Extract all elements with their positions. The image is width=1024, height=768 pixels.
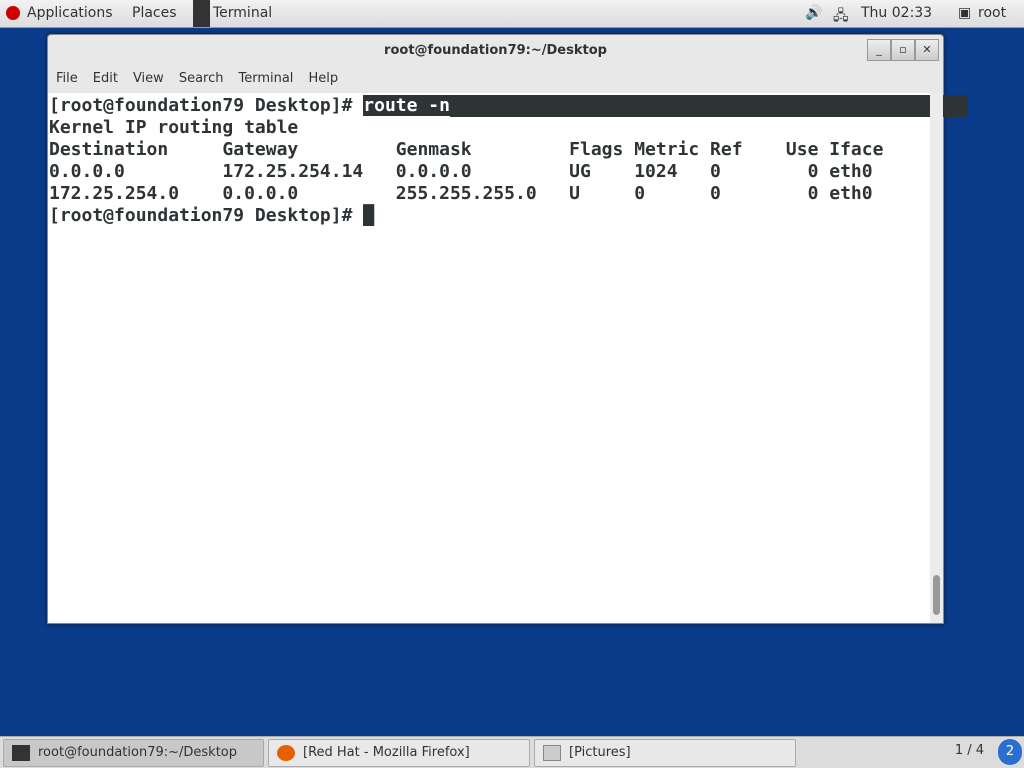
applications-menu[interactable]: Applications	[27, 5, 113, 21]
user-menu[interactable]: root	[978, 5, 1006, 21]
places-menu[interactable]: Places	[132, 5, 177, 21]
scrollbar-thumb[interactable]	[933, 575, 940, 615]
workspace-pager[interactable]: 1 / 4	[955, 743, 984, 758]
output-line: Kernel IP routing table	[49, 117, 299, 138]
firefox-icon	[277, 745, 295, 761]
minimize-button[interactable]: _	[867, 39, 891, 61]
terminal-window: root@foundation79:~/Desktop _ ▫ ✕ File E…	[47, 34, 968, 624]
selected-command: route -n	[363, 95, 450, 116]
route-row: 172.25.254.0 0.0.0.0 255.255.255.0 U 0 0…	[49, 183, 873, 204]
window-title: root@foundation79:~/Desktop	[384, 43, 607, 58]
volume-icon[interactable]: 🔊	[805, 5, 822, 21]
prompt: [root@foundation79 Desktop]#	[49, 205, 364, 226]
menu-help[interactable]: Help	[308, 71, 338, 86]
menu-file[interactable]: File	[56, 71, 78, 86]
terminal-output[interactable]: [root@foundation79 Desktop]# route -n​Ke…	[48, 93, 968, 623]
workspace-indicator[interactable]: 2	[998, 739, 1022, 765]
taskbar: root@foundation79:~/Desktop [Red Hat - M…	[0, 736, 1024, 768]
task-firefox[interactable]: [Red Hat - Mozilla Firefox]	[268, 739, 530, 767]
task-label: root@foundation79:~/Desktop	[38, 745, 237, 760]
prompt-line: [root@foundation79 Desktop]# █	[49, 205, 932, 227]
maximize-button[interactable]: ▫	[891, 39, 915, 61]
terminal-icon	[12, 745, 30, 761]
top-panel: Applications Places Terminal 🔊 🖧 Thu 02:…	[0, 0, 1024, 28]
file-manager-icon	[543, 745, 561, 761]
menubar: File Edit View Search Terminal Help	[56, 71, 338, 86]
menu-terminal[interactable]: Terminal	[238, 71, 293, 86]
menu-search[interactable]: Search	[179, 71, 224, 86]
close-button[interactable]: ✕	[915, 39, 939, 61]
task-label: [Red Hat - Mozilla Firefox]	[303, 745, 470, 760]
routing-header: Destination Gateway Genmask Flags Metric…	[49, 139, 884, 160]
menu-edit[interactable]: Edit	[93, 71, 118, 86]
task-pictures[interactable]: [Pictures]	[534, 739, 796, 767]
menu-view[interactable]: View	[133, 71, 164, 86]
user-icon: ▣	[958, 5, 972, 21]
command-line: [root@foundation79 Desktop]# route -n​	[49, 95, 968, 117]
task-terminal[interactable]: root@foundation79:~/Desktop	[3, 739, 264, 767]
terminal-app-icon	[193, 0, 210, 27]
clock[interactable]: Thu 02:33	[861, 5, 932, 21]
scrollbar[interactable]	[930, 93, 943, 623]
cursor: █	[363, 205, 375, 226]
prompt: [root@foundation79 Desktop]#	[49, 95, 364, 116]
network-icon[interactable]: 🖧	[833, 5, 849, 29]
active-app-menu[interactable]: Terminal	[213, 5, 272, 21]
task-label: [Pictures]	[569, 745, 631, 760]
route-row: 0.0.0.0 172.25.254.14 0.0.0.0 UG 1024 0 …	[49, 161, 873, 182]
redhat-logo-icon	[6, 6, 20, 20]
